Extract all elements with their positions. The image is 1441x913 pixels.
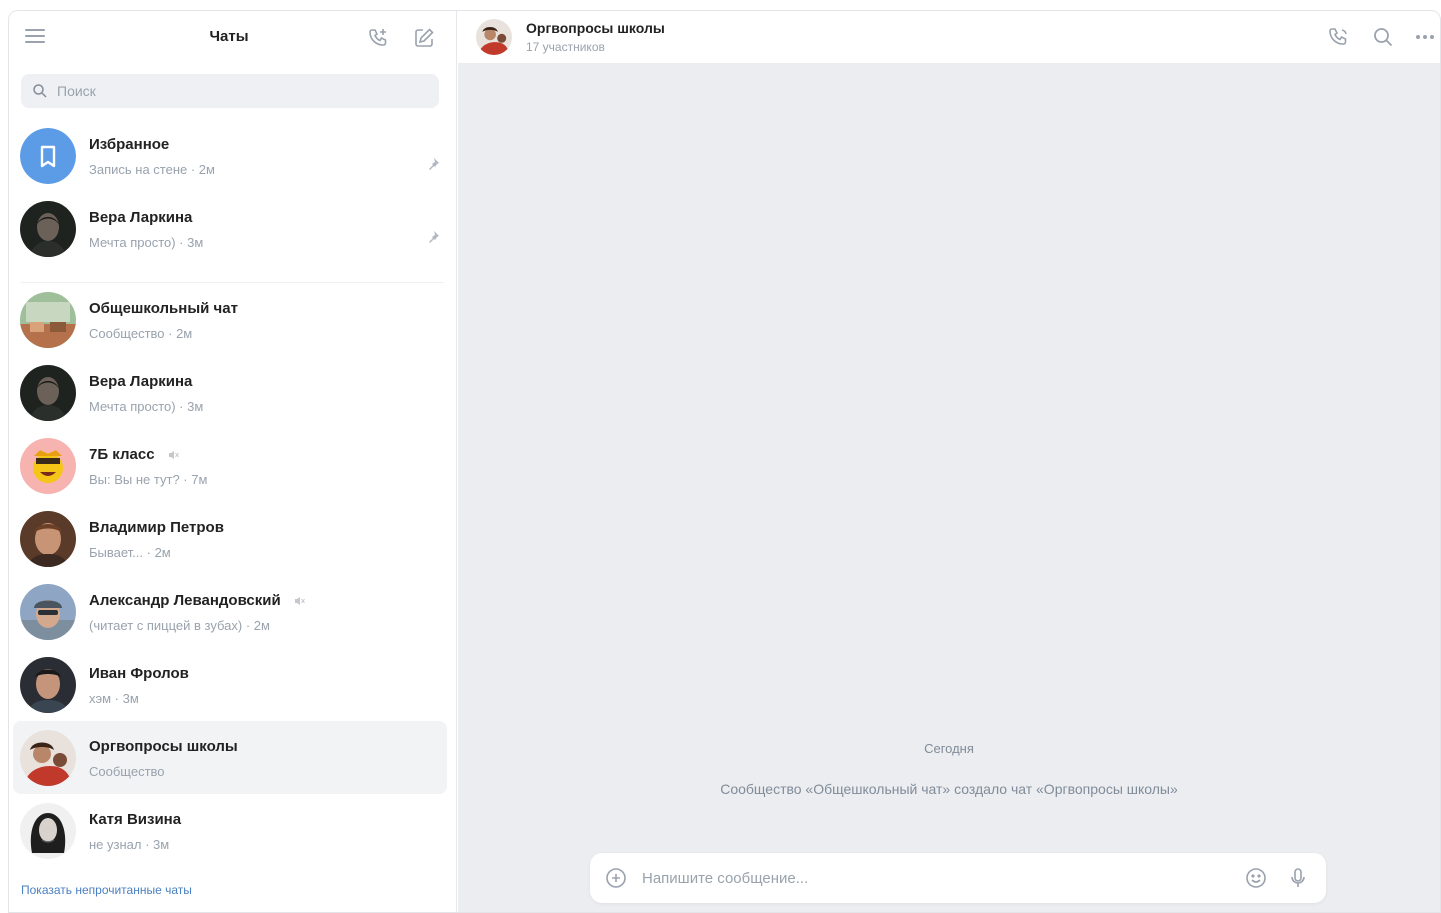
chat-list: Избранное Запись на стене · 2м Вера Ларк… xyxy=(9,119,456,867)
chat-item-alexander[interactable]: Александр Левандовский (читает с пиццей … xyxy=(9,575,456,648)
chat-item-org-questions[interactable]: Оргвопросы школы Сообщество xyxy=(13,721,447,794)
chat-preview: Мечта просто) · 3м xyxy=(89,399,204,414)
woman-bw-portrait xyxy=(20,803,76,859)
chat-preview: не узнал · 3м xyxy=(89,837,170,852)
chat-name: Иван Фролов xyxy=(89,665,189,682)
chat-name: Вера Ларкина xyxy=(89,209,193,226)
emoji-icon[interactable] xyxy=(1244,866,1268,890)
chat-name: Избранное xyxy=(89,136,170,153)
compose-icon[interactable] xyxy=(412,26,436,50)
date-divider: Сегодня xyxy=(924,741,974,756)
pin-icon xyxy=(429,231,439,243)
chat-name: Общешкольный чат xyxy=(89,300,238,317)
search-field[interactable] xyxy=(21,74,439,108)
chat-item-vladimir[interactable]: Владимир Петров Бывает... · 2м xyxy=(9,502,456,575)
message-input[interactable] xyxy=(642,865,1222,891)
chat-item-7b-class[interactable]: 7Б класс Вы: Вы не тут? · 7м xyxy=(9,429,456,502)
chat-item-katya[interactable]: Катя Визина не узнал · 3м xyxy=(9,794,456,867)
members-count[interactable]: 17 участников xyxy=(526,40,605,54)
chat-item-vera-pinned[interactable]: Вера Ларкина Мечта просто) · 3м xyxy=(9,192,456,265)
chat-name: Александр Левандовский xyxy=(89,592,305,609)
man-portrait-2 xyxy=(20,657,76,713)
attach-icon[interactable] xyxy=(604,866,628,890)
search-icon[interactable] xyxy=(1371,25,1395,49)
service-message: Сообщество «Общешкольный чат» создало ча… xyxy=(720,781,1178,797)
chat-preview: Мечта просто) · 3м xyxy=(89,235,204,250)
woman-portrait xyxy=(20,365,76,421)
conversation-avatar[interactable] xyxy=(476,19,512,55)
chats-sidebar: Чаты Поиск Избранное Запись на стене · 2… xyxy=(9,11,457,912)
message-composer xyxy=(590,853,1326,903)
muted-icon xyxy=(294,597,305,606)
search-icon xyxy=(33,84,47,98)
chat-name: Оргвопросы школы xyxy=(89,738,238,755)
chat-name-text: 7Б класс xyxy=(89,446,155,463)
classroom-photo xyxy=(20,292,76,348)
chat-preview: Сообщество xyxy=(89,764,165,779)
chat-preview: Бывает... · 2м xyxy=(89,545,171,560)
chat-name: Катя Визина xyxy=(89,811,182,828)
chat-preview: хэм · 3м xyxy=(89,691,139,706)
woman-portrait xyxy=(20,201,76,257)
man-cap-portrait xyxy=(20,584,76,640)
chat-item-favorites[interactable]: Избранное Запись на стене · 2м xyxy=(9,119,456,192)
show-unread-link[interactable]: Показать непрочитанные чаты xyxy=(21,883,192,897)
conversation-header: Оргвопросы школы 17 участников xyxy=(458,11,1440,63)
search-input[interactable] xyxy=(57,83,417,99)
man-portrait xyxy=(20,511,76,567)
chat-name: 7Б класс xyxy=(89,446,179,463)
chat-preview: Запись на стене · 2м xyxy=(89,162,215,177)
group-photo xyxy=(20,730,76,786)
pinned-separator xyxy=(21,265,444,283)
chat-item-vera[interactable]: Вера Ларкина Мечта просто) · 3м xyxy=(9,356,456,429)
call-icon[interactable] xyxy=(1327,25,1351,49)
chat-item-ivan[interactable]: Иван Фролов хэм · 3м xyxy=(9,648,456,721)
sidebar-header: Чаты xyxy=(9,11,456,63)
microphone-icon[interactable] xyxy=(1286,866,1310,890)
chat-item-school-chat[interactable]: Общешкольный чат Сообщество · 2м xyxy=(9,283,456,356)
conversation-pane: Оргвопросы школы 17 участников Сегодня С… xyxy=(458,11,1440,912)
muted-icon xyxy=(168,451,179,460)
chat-name-text: Александр Левандовский xyxy=(89,592,281,609)
chat-name: Вера Ларкина xyxy=(89,373,193,390)
chat-name: Владимир Петров xyxy=(89,519,224,536)
emoji-face xyxy=(20,438,76,494)
conversation-title[interactable]: Оргвопросы школы xyxy=(526,20,665,36)
more-icon[interactable] xyxy=(1413,25,1437,49)
chat-preview: (читает с пиццей в зубах) · 2м xyxy=(89,618,270,633)
bookmark-avatar xyxy=(20,128,76,184)
pin-icon xyxy=(429,158,439,170)
messenger-window: Чаты Поиск Избранное Запись на стене · 2… xyxy=(8,10,1441,913)
chat-preview: Сообщество · 2м xyxy=(89,326,193,341)
new-call-icon[interactable] xyxy=(367,26,391,50)
chat-preview: Вы: Вы не тут? · 7м xyxy=(89,472,208,487)
